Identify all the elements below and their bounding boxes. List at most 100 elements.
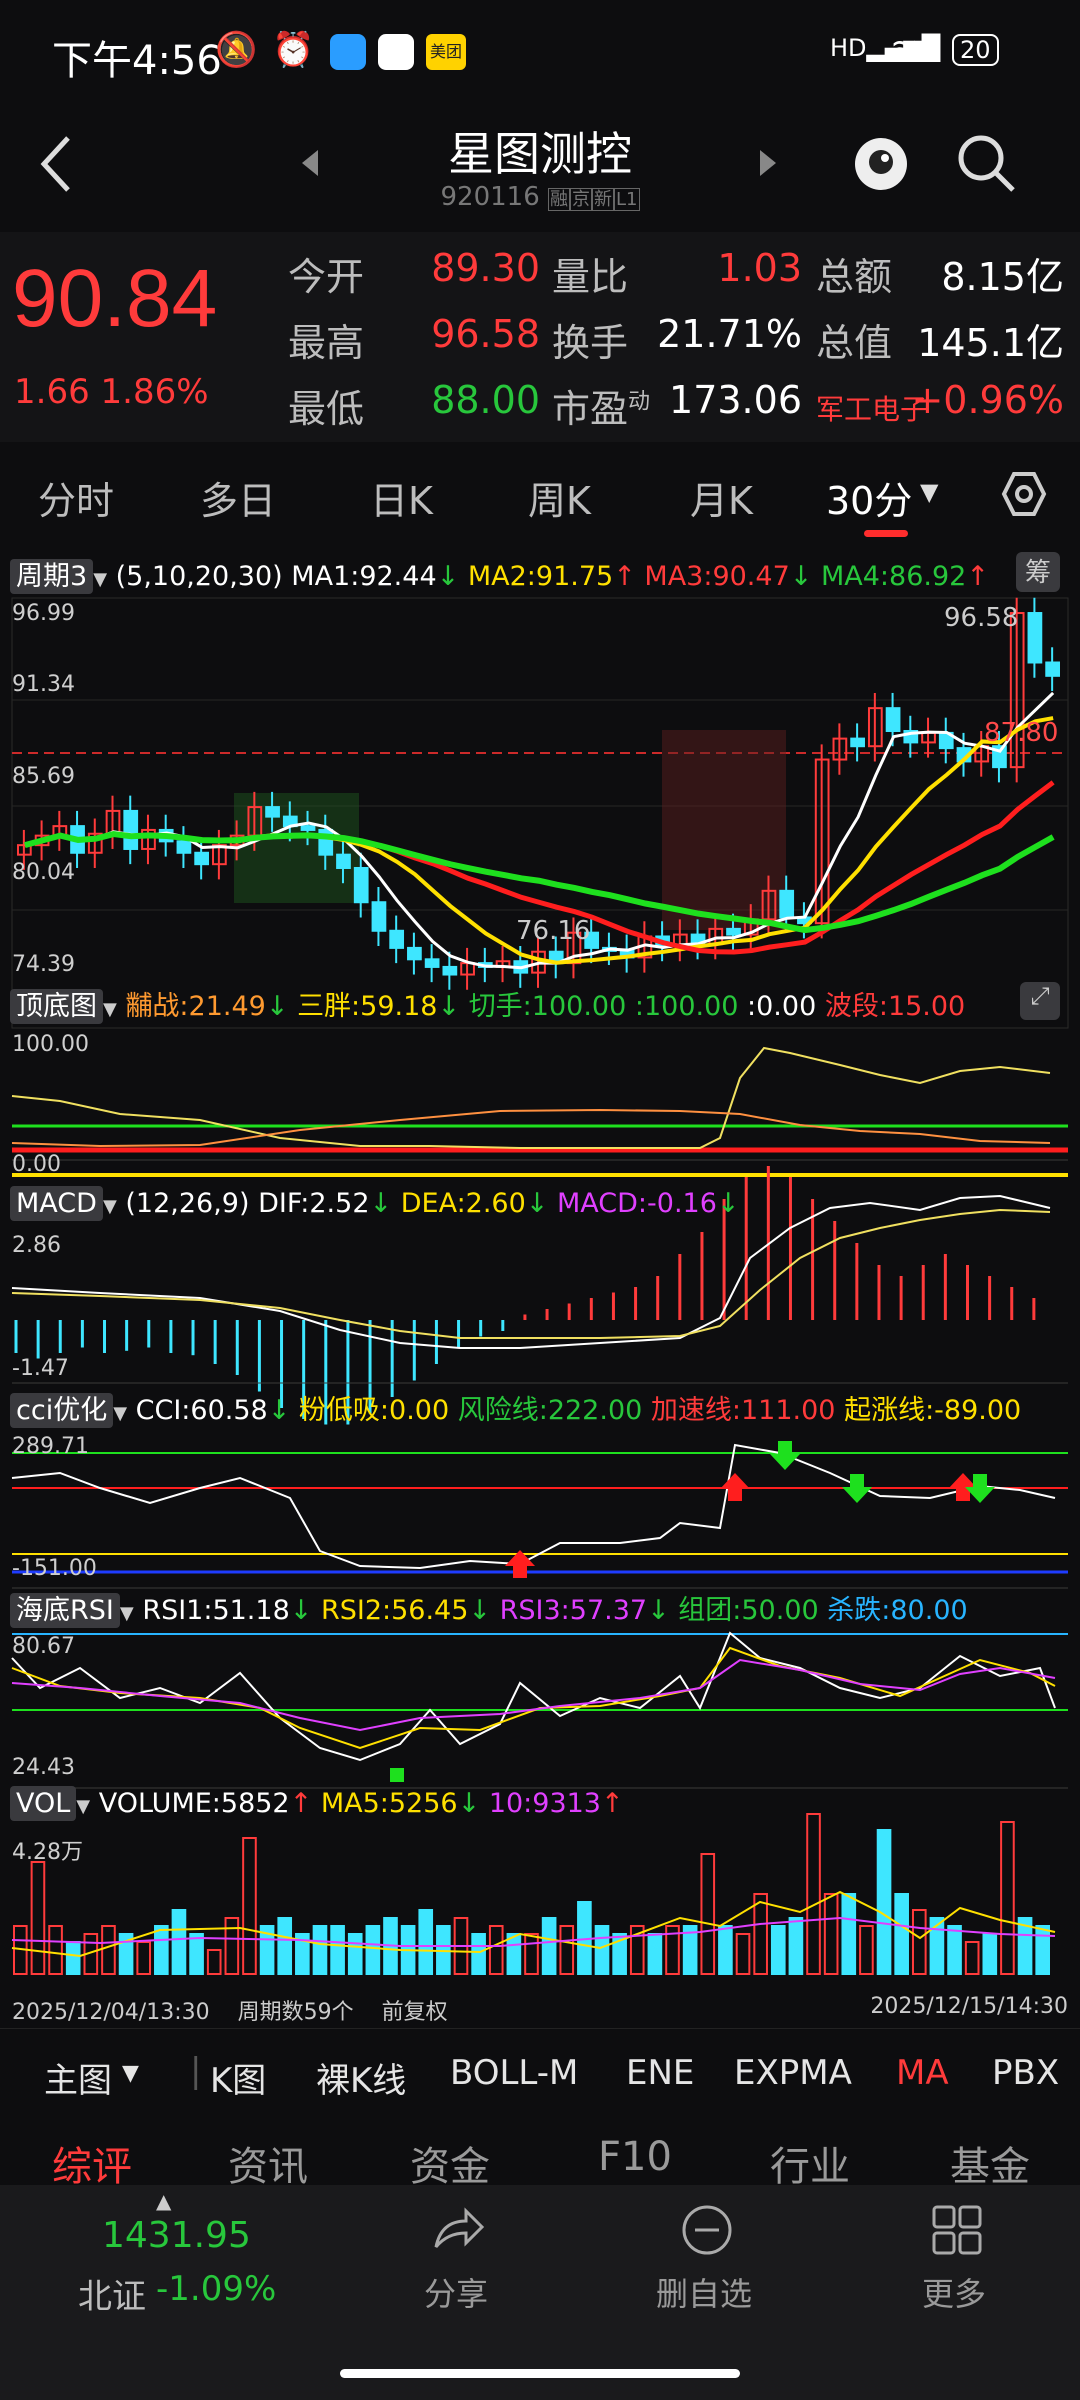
share-label[interactable]: 分享 [424, 2269, 488, 2315]
index-change[interactable]: -1.09% [156, 2269, 276, 2309]
volume-bar [947, 1925, 962, 1975]
sell-zone-box [662, 730, 786, 930]
candle-body [300, 825, 316, 831]
volume-bar [30, 1861, 46, 1975]
dropdown-icon[interactable]: ▼ [76, 1796, 90, 1817]
rsi-kill: 杀跌:80.00 [827, 1595, 968, 1626]
tab-multi-day[interactable]: 多日 [200, 470, 276, 525]
mute-icon: 🔕 [215, 30, 258, 70]
tool-main-chart[interactable]: 主图 [44, 2053, 112, 2102]
main-period-button[interactable]: 周期3 [10, 559, 94, 594]
topbottom-button[interactable]: 顶底图 [10, 989, 103, 1024]
time-end: 2025/12/15/14:30 [870, 1994, 1068, 2019]
macd-button[interactable]: MACD [10, 1186, 103, 1221]
tab-news[interactable]: 资讯 [228, 2134, 308, 2192]
next-stock-icon[interactable] [758, 148, 778, 178]
tab-capital[interactable]: 资金 [410, 2134, 490, 2192]
mascot-icon[interactable] [850, 126, 912, 196]
search-icon[interactable] [955, 132, 1019, 196]
candle-body [885, 707, 901, 732]
volume-bars [13, 1813, 1051, 1975]
stock-header: 星图测控 920116 融京新 L1 [0, 110, 1080, 230]
rsi3-value: RSI3:57.37 [499, 1595, 648, 1626]
chip-button[interactable]: 筹 [1016, 552, 1060, 592]
remove-watchlist-label[interactable]: 删自选 [656, 2269, 752, 2315]
tab-30min[interactable]: 30分 [826, 470, 912, 525]
expand-icon[interactable]: ⤢ [1020, 982, 1060, 1020]
tab-monthly-k[interactable]: 月K [690, 470, 753, 525]
more-label[interactable]: 更多 [922, 2269, 986, 2315]
tool-ma[interactable]: MA [896, 2053, 949, 2093]
tab-intraday[interactable]: 分时 [38, 470, 114, 525]
rsi-y-top: 80.67 [12, 1634, 75, 1659]
index-value[interactable]: 1431.95 [102, 2215, 251, 2256]
rsi2-line [11, 1646, 1056, 1750]
volume-bar [964, 1941, 980, 1975]
dropdown-icon[interactable]: ▼ [103, 999, 117, 1020]
dropdown-icon[interactable]: ▼ [103, 1196, 117, 1217]
dropdown-icon[interactable]: ▼ [113, 1403, 127, 1424]
tab-fund[interactable]: 基金 [950, 2134, 1030, 2192]
volume-bar [718, 1925, 733, 1975]
vol-button[interactable]: VOL [10, 1786, 77, 1821]
tab-daily-k[interactable]: 日K [370, 470, 433, 525]
vol-y-top: 4.28万 [12, 1840, 83, 1865]
dropdown-icon[interactable]: ▼ [120, 1603, 134, 1624]
volume-bar [911, 1909, 927, 1975]
quote-panel: 90.84 1.66 1.86% 今开 89.30 量比 1.03 总额 8.15亿 最高 9… [0, 232, 1080, 442]
volume-bar [488, 1925, 504, 1975]
volume-bar [48, 1925, 63, 1975]
change-percent: 1.86% [100, 372, 209, 412]
tb-value-4: :100.00 [634, 991, 739, 1022]
volume-bar [541, 1917, 557, 1975]
candle-body [1027, 612, 1043, 664]
volume-bar [700, 1853, 716, 1975]
tab-overview[interactable]: 综评 [52, 2134, 132, 2192]
cci-value: CCI:60.58 [135, 1395, 268, 1426]
quote-value: 173.06 [669, 378, 802, 422]
volume-bar [330, 1925, 345, 1975]
candle-body [442, 965, 458, 976]
tab-f10[interactable]: F10 [598, 2134, 672, 2180]
macd-value: MACD:-0.16 [557, 1188, 717, 1219]
more-icon[interactable] [930, 2203, 984, 2257]
tab-weekly-k[interactable]: 周K [528, 470, 591, 525]
price-change: 1.66 1.86% [14, 372, 209, 412]
cci-button[interactable]: cci优化 [10, 1393, 114, 1428]
tool-pbx[interactable]: PBX [992, 2053, 1059, 2093]
tool-naked-k[interactable]: 裸K线 [316, 2053, 406, 2102]
y-axis-label: 96.99 [12, 601, 75, 626]
wifi-icon: ≋ [890, 30, 919, 70]
expand-up-icon[interactable]: ▲ [156, 2189, 171, 2213]
status-bar: 下午4:56 🔕 ⏰ 美团 HD▂▄▆█ ≋ 20 [0, 0, 1080, 110]
volume-bar [524, 1933, 539, 1975]
cci-rise: 起涨线:-89.00 [844, 1395, 1022, 1426]
tool-k-chart[interactable]: K图 [210, 2053, 266, 2102]
dropdown-icon[interactable]: ▼ [93, 569, 107, 590]
tool-ene[interactable]: ENE [626, 2053, 694, 2093]
dropdown-icon[interactable]: ▼ [122, 2061, 139, 2086]
adjust-mode: 前复权 [381, 2000, 448, 2025]
index-name[interactable]: 北证 [78, 2269, 146, 2318]
rsi-button[interactable]: 海底RSI [10, 1593, 120, 1628]
volume-bar [841, 1893, 857, 1975]
candle-body [726, 927, 741, 936]
tab-dropdown-icon[interactable]: ▼ [920, 478, 938, 506]
candle-body [194, 851, 210, 866]
tool-boll[interactable]: BOLL-M [450, 2053, 578, 2093]
remove-watchlist-icon[interactable] [680, 2203, 734, 2257]
settings-icon[interactable] [1000, 470, 1048, 518]
tab-industry[interactable]: 行业 [770, 2134, 850, 2192]
y-axis-label: 74.39 [12, 952, 75, 977]
candle-body [353, 866, 369, 904]
share-icon[interactable] [430, 2203, 486, 2255]
tag-exchange: 京 [570, 188, 593, 211]
tool-expma[interactable]: EXPMA [734, 2053, 852, 2093]
volume-bar [224, 1917, 240, 1975]
app-notification-icon [330, 34, 366, 70]
cci-header: cci优化 ▼ CCI:60.58↓ 粉低吸:0.00 风险线:222.00 加速… [10, 1388, 1022, 1428]
candle-body [371, 901, 387, 932]
home-indicator[interactable] [340, 2369, 740, 2378]
macd-header: MACD ▼ (12,26,9) DIF:2.52↓ DEA:2.60↓ MACD… [10, 1186, 740, 1221]
quote-label: 换手 [552, 321, 629, 365]
